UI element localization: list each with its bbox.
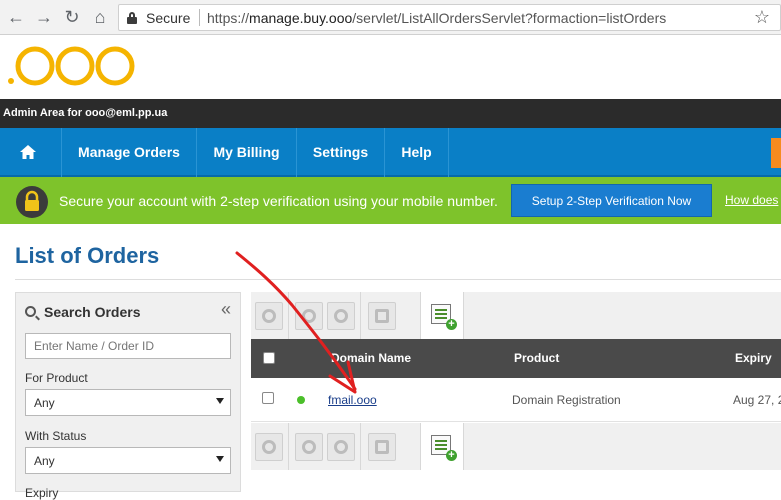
main-nav: Manage Orders My Billing Settings Help — [0, 128, 781, 177]
lock-order-icon[interactable] — [295, 302, 323, 330]
add-order-button[interactable]: + — [420, 423, 464, 470]
expiry-cell: Aug 27, 2 — [733, 393, 781, 407]
security-message: Secure your account with 2-step verifica… — [59, 193, 498, 209]
row-checkbox[interactable] — [262, 392, 274, 404]
forward-arrow-icon[interactable]: → — [34, 7, 54, 27]
product-cell: Domain Registration — [512, 393, 621, 407]
admin-area-label: Admin Area for ooo@eml.pp.ua — [3, 107, 168, 119]
orders-toolbar-bottom: + — [251, 423, 781, 470]
plus-icon: + — [446, 319, 457, 330]
status-select[interactable]: Any — [25, 447, 231, 474]
page-title: List of Orders — [15, 243, 160, 268]
product-select[interactable]: Any — [25, 389, 231, 416]
dropdown-arrow-icon — [216, 398, 224, 404]
url-text[interactable]: https://manage.buy.ooo/servlet/ListAllOr… — [207, 10, 666, 26]
transfer-icon[interactable] — [327, 302, 355, 330]
nav-my-billing[interactable]: My Billing — [197, 128, 297, 177]
product-filter-label: For Product — [25, 371, 88, 385]
home-icon — [20, 145, 36, 159]
secure-label: Secure — [146, 10, 191, 26]
ooo-logo[interactable] — [8, 43, 138, 87]
bookmark-star-icon[interactable]: ☆ — [754, 7, 770, 28]
setup-2step-button[interactable]: Setup 2-Step Verification Now — [511, 184, 712, 217]
header — [0, 35, 781, 99]
nav-home[interactable] — [0, 128, 62, 177]
renew-icon[interactable] — [255, 302, 283, 330]
lock-order-icon[interactable] — [295, 433, 323, 461]
address-bar[interactable]: Secure https://manage.buy.ooo/servlet/Li… — [118, 4, 781, 31]
select-all-checkbox[interactable] — [263, 352, 275, 364]
transfer-icon[interactable] — [327, 433, 355, 461]
divider — [15, 279, 781, 280]
status-filter-label: With Status — [25, 429, 87, 443]
lock-icon — [127, 12, 137, 24]
column-domain-name[interactable]: Domain Name — [331, 351, 411, 365]
search-heading: Search Orders — [25, 304, 141, 320]
security-banner: Secure your account with 2-step verifica… — [0, 177, 781, 224]
renew-icon[interactable] — [255, 433, 283, 461]
domain-link[interactable]: fmail.ooo — [328, 393, 377, 407]
column-product[interactable]: Product — [514, 351, 559, 365]
reload-icon[interactable]: ↻ — [62, 7, 82, 27]
plus-icon: + — [446, 450, 457, 461]
how-does-link[interactable]: How does — [725, 193, 778, 207]
expiry-filter-label: Expiry — [25, 486, 59, 500]
collapse-chevron-icon[interactable]: « — [221, 299, 231, 320]
nav-help[interactable]: Help — [385, 128, 449, 177]
orders-toolbar-top: + — [251, 292, 781, 339]
dropdown-arrow-icon — [216, 456, 224, 462]
nav-manage-orders[interactable]: Manage Orders — [62, 128, 197, 177]
browser-toolbar: ← → ↻ ⌂ Secure https://manage.buy.ooo/se… — [0, 0, 781, 35]
active-status-icon — [297, 396, 305, 404]
nav-extra-button[interactable] — [771, 138, 781, 168]
nav-settings[interactable]: Settings — [297, 128, 385, 177]
padlock-icon — [16, 186, 48, 218]
search-icon — [25, 306, 36, 317]
admin-bar: Admin Area for ooo@eml.pp.ua — [0, 99, 781, 128]
edit-list-icon[interactable] — [368, 433, 396, 461]
orders-table-header: Domain Name Product Expiry — [251, 339, 781, 378]
search-panel: Search Orders « For Product Any With Sta… — [15, 292, 241, 500]
column-expiry[interactable]: Expiry — [735, 351, 772, 365]
table-row: fmail.ooo Domain Registration Aug 27, 2 — [251, 378, 781, 422]
home-icon[interactable]: ⌂ — [90, 7, 110, 27]
back-arrow-icon[interactable]: ← — [6, 7, 26, 27]
add-order-button[interactable]: + — [420, 292, 464, 339]
search-input[interactable] — [25, 333, 231, 359]
edit-list-icon[interactable] — [368, 302, 396, 330]
